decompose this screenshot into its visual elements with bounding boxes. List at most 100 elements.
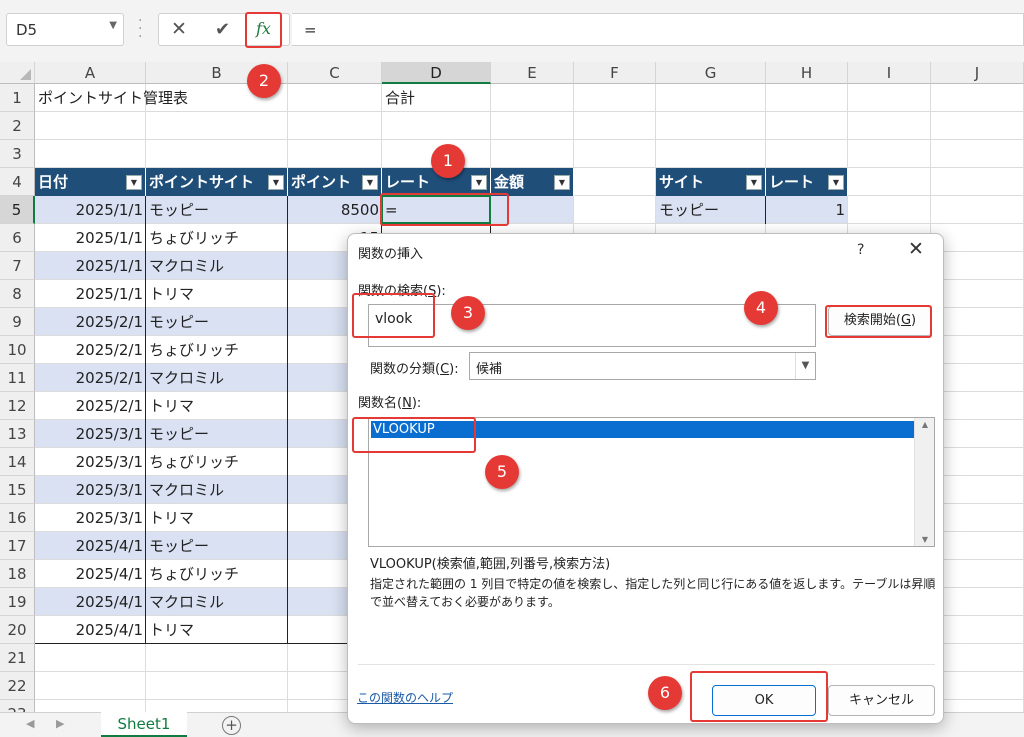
date-cell[interactable]: 2025/4/1	[35, 588, 146, 616]
filter-dropdown-icon[interactable]: ▼	[554, 175, 570, 190]
site-cell[interactable]: トリマ	[146, 392, 288, 420]
cancel-button[interactable]: キャンセル	[828, 685, 935, 716]
column-header[interactable]: E	[491, 62, 574, 84]
scroll-down-icon[interactable]: ▼	[915, 535, 935, 544]
rate-cell[interactable]: 1	[766, 196, 848, 224]
formula-input[interactable]: =	[292, 13, 1024, 46]
column-header[interactable]: A	[35, 62, 146, 84]
date-cell[interactable]: 2025/1/1	[35, 280, 146, 308]
date-cell[interactable]: 2025/2/1	[35, 336, 146, 364]
table-header-cell[interactable]: 金額 ▼	[491, 168, 574, 196]
row-header[interactable]: 9	[0, 308, 35, 336]
column-header[interactable]: C	[288, 62, 382, 84]
name-box[interactable]: D5 ▼	[6, 13, 124, 46]
filter-dropdown-icon[interactable]: ▼	[126, 175, 142, 190]
sheet-tab-sheet1[interactable]: Sheet1	[101, 712, 187, 737]
date-cell[interactable]: 2025/3/1	[35, 476, 146, 504]
list-scrollbar[interactable]: ▲ ▼	[914, 418, 934, 546]
total-label[interactable]: 合計	[382, 84, 482, 112]
row-header[interactable]: 15	[0, 476, 35, 504]
table-header-cell[interactable]: ポイントサイト ▼	[146, 168, 288, 196]
row-header[interactable]: 19	[0, 588, 35, 616]
date-cell[interactable]: 2025/3/1	[35, 504, 146, 532]
site-cell[interactable]: トリマ	[146, 504, 288, 532]
column-header[interactable]: I	[848, 62, 931, 84]
date-cell[interactable]: 2025/2/1	[35, 364, 146, 392]
chevron-left-icon[interactable]: ◀	[26, 717, 34, 730]
row-header[interactable]: 4	[0, 168, 35, 196]
site-cell[interactable]: モッピー	[146, 532, 288, 560]
row-header[interactable]: 10	[0, 336, 35, 364]
column-header[interactable]: F	[574, 62, 656, 84]
row-header[interactable]: 17	[0, 532, 35, 560]
filter-dropdown-icon[interactable]: ▼	[362, 175, 378, 190]
filter-dropdown-icon[interactable]: ▼	[471, 175, 487, 190]
date-cell[interactable]: 2025/2/1	[35, 308, 146, 336]
column-header[interactable]: J	[931, 62, 1024, 84]
row-header[interactable]: 21	[0, 644, 35, 672]
date-cell[interactable]: 2025/4/1	[35, 616, 146, 644]
site-cell[interactable]: モッピー	[146, 420, 288, 448]
scroll-up-icon[interactable]: ▲	[915, 420, 935, 429]
row-header[interactable]: 7	[0, 252, 35, 280]
chevron-down-icon[interactable]: ▼	[795, 353, 815, 379]
date-cell[interactable]: 2025/3/1	[35, 448, 146, 476]
date-cell[interactable]: 2025/2/1	[35, 392, 146, 420]
site-cell[interactable]: マクロミル	[146, 588, 288, 616]
row-header[interactable]: 14	[0, 448, 35, 476]
row-header[interactable]: 18	[0, 560, 35, 588]
row-header[interactable]: 8	[0, 280, 35, 308]
chevron-down-icon[interactable]: ▼	[109, 20, 117, 31]
category-select[interactable]: 候補 ▼	[469, 352, 816, 380]
row-header[interactable]: 23	[0, 700, 35, 712]
site-cell[interactable]: ちょびリッチ	[146, 224, 288, 252]
row-header[interactable]: 1	[0, 84, 35, 112]
site-cell[interactable]: マクロミル	[146, 476, 288, 504]
site-cell[interactable]: ちょびリッチ	[146, 336, 288, 364]
date-cell[interactable]: 2025/1/1	[35, 224, 146, 252]
date-cell[interactable]: 2025/1/1	[35, 252, 146, 280]
row-header[interactable]: 2	[0, 112, 35, 140]
site-cell[interactable]: トリマ	[146, 616, 288, 644]
help-icon[interactable]: ?	[857, 242, 864, 258]
column-header[interactable]: G	[656, 62, 766, 84]
column-header[interactable]: H	[766, 62, 848, 84]
site-cell[interactable]: ちょびリッチ	[146, 448, 288, 476]
row-header[interactable]: 6	[0, 224, 35, 252]
date-cell[interactable]: 2025/1/1	[35, 196, 146, 224]
table-header-cell[interactable]: サイト ▼	[656, 168, 766, 196]
points-cell[interactable]: 8500	[288, 196, 382, 224]
row-header[interactable]: 13	[0, 420, 35, 448]
date-cell[interactable]: 2025/3/1	[35, 420, 146, 448]
row-header[interactable]: 12	[0, 392, 35, 420]
date-cell[interactable]: 2025/4/1	[35, 560, 146, 588]
row-header[interactable]: 3	[0, 140, 35, 168]
function-help-link[interactable]: この関数のヘルプ	[357, 689, 453, 706]
row-header[interactable]: 11	[0, 364, 35, 392]
site-cell[interactable]: マクロミル	[146, 252, 288, 280]
filter-dropdown-icon[interactable]: ▼	[746, 175, 762, 190]
table-header-cell[interactable]: レート ▼	[766, 168, 848, 196]
add-sheet-icon[interactable]: +	[222, 716, 241, 735]
row-header[interactable]: 16	[0, 504, 35, 532]
row-header[interactable]: 22	[0, 672, 35, 700]
close-icon[interactable]: ✕	[908, 238, 924, 260]
site-cell[interactable]: モッピー	[146, 196, 288, 224]
site-cell[interactable]: モッピー	[146, 308, 288, 336]
filter-dropdown-icon[interactable]: ▼	[268, 175, 284, 190]
check-icon[interactable]: ✔	[215, 19, 230, 40]
site-cell[interactable]: ちょびリッチ	[146, 560, 288, 588]
site-cell[interactable]: モッピー	[656, 196, 766, 224]
table-header-cell[interactable]: ポイント ▼	[288, 168, 382, 196]
row-header[interactable]: 20	[0, 616, 35, 644]
chevron-right-icon[interactable]: ▶	[56, 717, 64, 730]
filter-dropdown-icon[interactable]: ▼	[828, 175, 844, 190]
date-cell[interactable]: 2025/4/1	[35, 532, 146, 560]
table-header-cell[interactable]: 日付 ▼	[35, 168, 146, 196]
row-header[interactable]: 5	[0, 196, 35, 224]
select-all-corner[interactable]	[0, 62, 35, 84]
column-header[interactable]: D	[382, 62, 491, 84]
cancel-icon[interactable]: ✕	[171, 18, 187, 40]
site-cell[interactable]: マクロミル	[146, 364, 288, 392]
site-cell[interactable]: トリマ	[146, 280, 288, 308]
